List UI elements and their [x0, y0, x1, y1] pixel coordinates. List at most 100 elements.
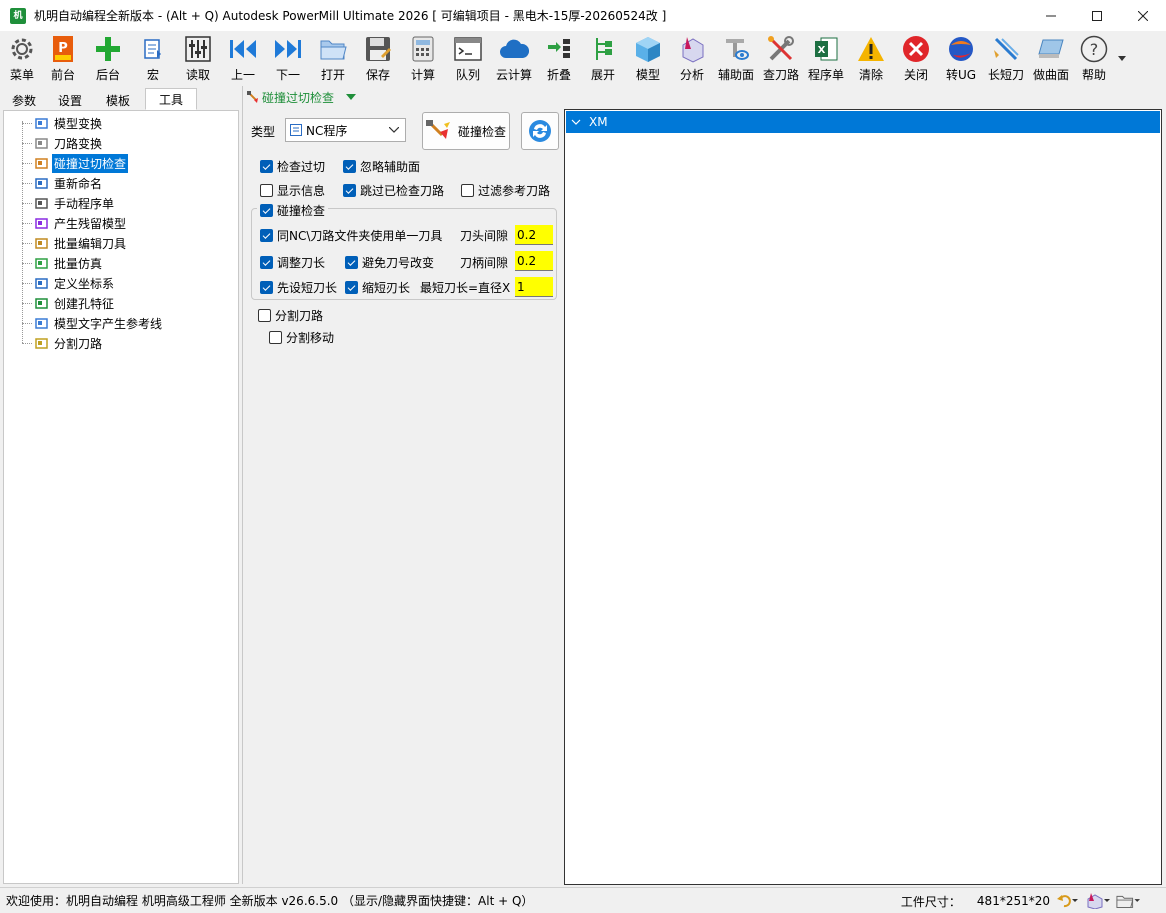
toolbar-queue-button[interactable]: 队列: [446, 31, 490, 85]
split-move-checkbox[interactable]: [269, 331, 282, 344]
collision-group-title[interactable]: 碰撞检查: [257, 202, 329, 219]
main-toolbar: 菜单 P 前台 后台 宏 读取 上一 下一 打开 保存 计算 队列 云计算 折叠…: [0, 31, 1166, 85]
tree-item-label: 手动程序单: [54, 196, 115, 211]
holder-clearance-input[interactable]: [515, 251, 553, 271]
toolbar-aux-surface-button[interactable]: 辅助面: [714, 31, 758, 85]
same-nc-option[interactable]: 同NC\刀路文件夹使用单一刀具: [260, 227, 442, 244]
minimize-button[interactable]: [1028, 0, 1074, 31]
toolbar-to-ug-button[interactable]: 转UG: [939, 31, 983, 85]
check-gouge-option[interactable]: 检查过切: [260, 158, 325, 175]
collision-group-checkbox[interactable]: [260, 204, 273, 217]
skip-checked-checkbox[interactable]: [343, 184, 356, 197]
toolbar-label: 前台: [50, 68, 75, 82]
toolbar-help-button[interactable]: ? 帮助: [1074, 31, 1114, 85]
tree-item[interactable]: 刀路变换: [18, 133, 104, 153]
ignore-aux-checkbox[interactable]: [343, 160, 356, 173]
type-select[interactable]: NC程序: [285, 118, 406, 142]
toolbar-prev-button[interactable]: 上一: [221, 31, 265, 85]
stock-model-icon: [34, 216, 48, 230]
tree-connector: [22, 182, 32, 184]
collision-check-button[interactable]: 碰撞检查: [422, 112, 510, 150]
list-item[interactable]: XM: [566, 111, 1160, 133]
toolbar-read-button[interactable]: 读取: [176, 31, 220, 85]
adjust-length-checkbox[interactable]: [260, 256, 273, 269]
toolbar-tool-length-button[interactable]: 长短刀: [984, 31, 1028, 85]
min-length-input[interactable]: [515, 277, 553, 297]
toolbar-save-button[interactable]: 保存: [356, 31, 400, 85]
toolbar-program-sheet-button[interactable]: X 程序单: [804, 31, 848, 85]
check-gouge-checkbox[interactable]: [260, 160, 273, 173]
toolbar-expand-button[interactable]: 展开: [581, 31, 625, 85]
preset-short-option[interactable]: 先设短刀长: [260, 279, 337, 296]
shorten-label: 缩短刃长: [362, 281, 411, 295]
toolbar-macro-button[interactable]: 宏: [131, 31, 175, 85]
ignore-aux-option[interactable]: 忽略辅助面: [343, 158, 420, 175]
adjust-length-option[interactable]: 调整刀长: [260, 254, 325, 271]
split-toolpath-option[interactable]: 分割刀路: [258, 307, 323, 324]
toolbar-back-button[interactable]: 后台: [86, 31, 130, 85]
open-folder-status-button[interactable]: [1116, 892, 1140, 910]
toolbar-open-button[interactable]: 打开: [311, 31, 355, 85]
show-info-checkbox[interactable]: [260, 184, 273, 197]
toolbar-menu-button[interactable]: 菜单: [4, 31, 40, 85]
cloud-icon: [499, 35, 529, 63]
toolbar-model-button[interactable]: 模型: [626, 31, 670, 85]
preset-short-checkbox[interactable]: [260, 281, 273, 294]
split-toolpath-checkbox[interactable]: [258, 309, 271, 322]
chevron-down-icon[interactable]: [346, 94, 357, 100]
refresh-button[interactable]: [521, 112, 559, 150]
tree-item[interactable]: 批量仿真: [18, 253, 104, 273]
toolbar-label: 折叠: [546, 68, 571, 82]
tree-item[interactable]: 模型文字产生参考线: [18, 313, 164, 333]
tree-item[interactable]: 产生残留模型: [18, 213, 128, 233]
head-clearance-input[interactable]: [515, 225, 553, 245]
toolbar-cloud-button[interactable]: 云计算: [491, 31, 537, 85]
avoid-tool-num-option[interactable]: 避免刀号改变: [345, 254, 434, 271]
toolbar-front-button[interactable]: P 前台: [41, 31, 85, 85]
panel-header[interactable]: 碰撞过切检查: [247, 88, 357, 106]
analysis-status-button[interactable]: [1086, 892, 1110, 910]
tree-item[interactable]: 定义坐标系: [18, 273, 116, 293]
shorten-checkbox[interactable]: [345, 281, 358, 294]
tree-item[interactable]: 手动程序单: [18, 193, 116, 213]
toolbar-collapse-button[interactable]: 折叠: [538, 31, 580, 85]
macro-icon: [138, 35, 168, 63]
shorten-option[interactable]: 缩短刃长: [345, 279, 410, 296]
tab-settings[interactable]: 设置: [49, 90, 97, 110]
same-nc-checkbox[interactable]: [260, 229, 273, 242]
tree-item-label: 刀路变换: [54, 136, 103, 151]
sliders-icon: [183, 35, 213, 63]
tree-item[interactable]: 碰撞过切检查: [18, 153, 129, 173]
chevron-down-icon[interactable]: [566, 118, 586, 126]
tab-templates[interactable]: 模板: [97, 90, 145, 110]
toolbar-label: 打开: [320, 68, 345, 82]
avoid-tool-num-checkbox[interactable]: [345, 256, 358, 269]
tab-tools[interactable]: 工具: [145, 88, 197, 110]
toolbar-close-button[interactable]: 关闭: [894, 31, 938, 85]
toolbar-clear-button[interactable]: 清除: [849, 31, 893, 85]
toolbar-analysis-button[interactable]: 分析: [671, 31, 713, 85]
tab-params[interactable]: 参数: [3, 90, 49, 110]
nc-program-icon: [290, 124, 302, 136]
tree-item[interactable]: 分割刀路: [18, 333, 104, 353]
filter-ref-option[interactable]: 过滤参考刀路: [461, 182, 550, 199]
close-window-button[interactable]: [1120, 0, 1166, 31]
split-move-option[interactable]: 分割移动: [269, 329, 334, 346]
tree-item[interactable]: 批量编辑刀具: [18, 233, 128, 253]
toolbar-calc-button[interactable]: 计算: [401, 31, 445, 85]
tree-item[interactable]: 模型变换: [18, 113, 104, 133]
show-info-option[interactable]: 显示信息: [260, 182, 325, 199]
toolbar-surface-button[interactable]: 做曲面: [1029, 31, 1073, 85]
tree-item[interactable]: 创建孔特征: [18, 293, 116, 313]
toolbar-label: 关闭: [903, 68, 928, 82]
toolbar-overflow-button[interactable]: [1115, 31, 1129, 85]
toolbar-label: 队列: [455, 68, 480, 82]
toolbar-next-button[interactable]: 下一: [266, 31, 310, 85]
maximize-button[interactable]: [1074, 0, 1120, 31]
skip-checked-option[interactable]: 跳过已检查刀路: [343, 182, 444, 199]
toolbar-label: 后台: [95, 68, 120, 82]
toolbar-check-toolpath-button[interactable]: 查刀路: [759, 31, 803, 85]
filter-ref-checkbox[interactable]: [461, 184, 474, 197]
tree-item[interactable]: 重新命名: [18, 173, 104, 193]
undo-button[interactable]: [1056, 892, 1080, 910]
